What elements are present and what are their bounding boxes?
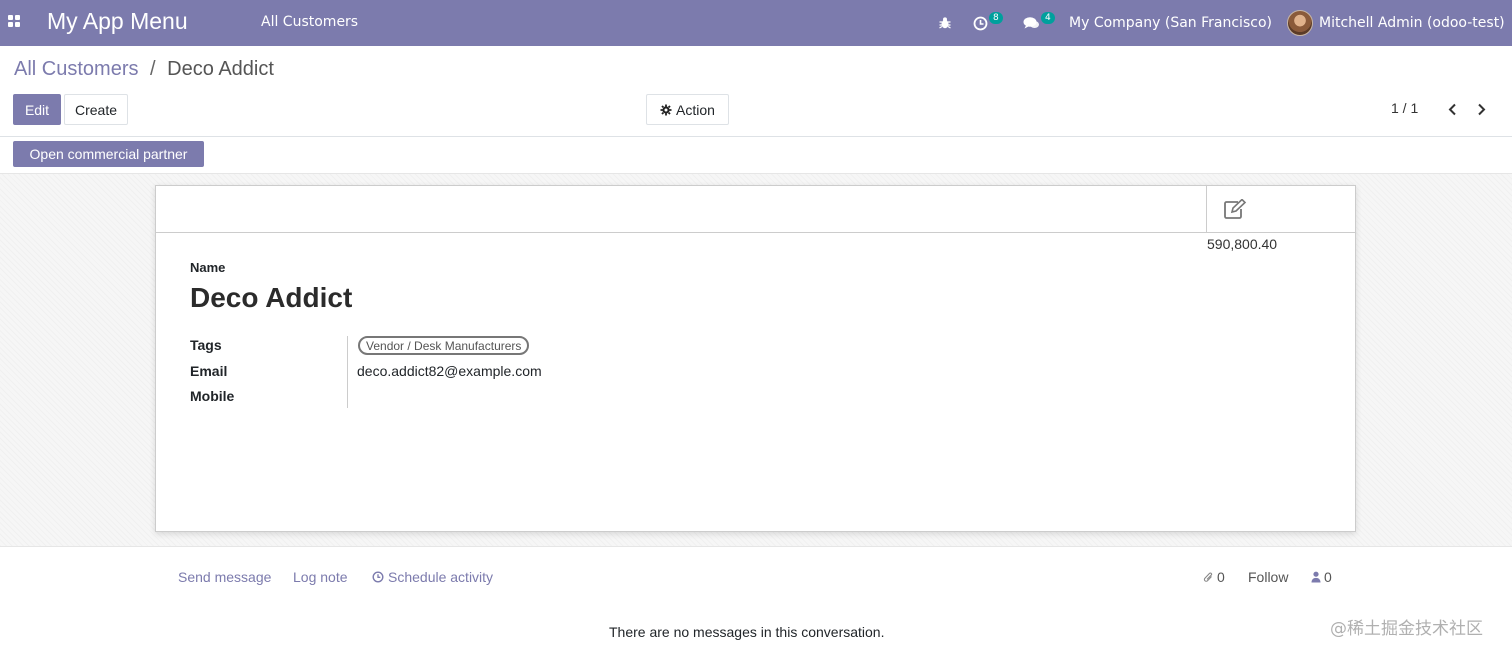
- menu-all-customers[interactable]: All Customers: [261, 14, 358, 30]
- email-label: Email: [190, 363, 228, 379]
- pager-previous-button[interactable]: [1442, 97, 1462, 121]
- messages-badge: 4: [1041, 12, 1055, 24]
- form-sheet: 590,800.40 Name Deco Addict Tags Email M…: [155, 185, 1356, 532]
- stat-value: 590,800.40: [1207, 236, 1278, 252]
- avatar: [1287, 10, 1313, 36]
- comments-icon: [1023, 17, 1039, 29]
- followers-button[interactable]: 0: [1311, 569, 1332, 585]
- attachments-button[interactable]: 0: [1203, 569, 1225, 585]
- paperclip-icon: [1203, 572, 1213, 582]
- field-divider: [347, 336, 348, 408]
- gear-icon: [660, 104, 672, 115]
- button-box: [156, 186, 1355, 233]
- stat-button[interactable]: [1206, 186, 1355, 233]
- followers-count: 0: [1324, 569, 1332, 585]
- activity-menu[interactable]: 8: [973, 0, 1003, 46]
- edit-button[interactable]: Edit: [13, 94, 61, 125]
- breadcrumb-current: Deco Addict: [167, 58, 274, 80]
- open-commercial-partner-button[interactable]: Open commercial partner: [13, 141, 204, 167]
- attachments-count: 0: [1217, 569, 1225, 585]
- user-menu[interactable]: Mitchell Admin (odoo-test): [1287, 0, 1505, 46]
- pager-next-button[interactable]: [1471, 97, 1491, 121]
- breadcrumb-separator: /: [150, 58, 156, 80]
- send-message-button[interactable]: Send message: [178, 569, 271, 585]
- app-title[interactable]: My App Menu: [47, 8, 188, 35]
- schedule-activity-button[interactable]: Schedule activity: [372, 569, 493, 585]
- mobile-label: Mobile: [190, 388, 235, 404]
- activity-badge: 8: [989, 12, 1003, 24]
- action-button[interactable]: Action: [646, 94, 729, 125]
- top-navbar: My App Menu All Customers 8 4 My Company…: [0, 0, 1512, 46]
- create-button[interactable]: Create: [64, 94, 128, 125]
- clock-icon: [372, 571, 384, 583]
- pager-value[interactable]: 1 / 1: [1391, 100, 1418, 116]
- debug-icon[interactable]: [938, 0, 952, 46]
- edit-icon: [1224, 199, 1247, 219]
- chevron-right-icon: [1477, 103, 1485, 115]
- tag-badge: Vendor / Desk Manufacturers: [358, 336, 530, 355]
- empty-conversation-text: There are no messages in this conversati…: [609, 624, 885, 640]
- tags-label: Tags: [190, 337, 222, 353]
- breadcrumb-parent[interactable]: All Customers: [14, 58, 138, 80]
- email-value[interactable]: deco.addict82@example.com: [357, 363, 542, 379]
- partner-name: Deco Addict: [190, 282, 353, 313]
- watermark: @稀土掘金技术社区: [1330, 619, 1483, 639]
- user-name: Mitchell Admin (odoo-test): [1319, 15, 1505, 31]
- chevron-left-icon: [1448, 103, 1456, 115]
- form-statusbar: [0, 137, 1512, 173]
- name-label: Name: [190, 260, 226, 275]
- messaging-menu[interactable]: 4: [1023, 0, 1055, 46]
- user-icon: [1311, 571, 1321, 583]
- follow-button[interactable]: Follow: [1248, 569, 1288, 585]
- log-note-button[interactable]: Log note: [293, 569, 348, 585]
- action-label: Action: [676, 101, 715, 118]
- apps-menu-icon[interactable]: [8, 15, 21, 28]
- company-switcher[interactable]: My Company (San Francisco): [1069, 0, 1272, 46]
- schedule-activity-label: Schedule activity: [388, 569, 494, 585]
- breadcrumb: All Customers / Deco Addict: [14, 58, 274, 81]
- clock-icon: [973, 16, 988, 30]
